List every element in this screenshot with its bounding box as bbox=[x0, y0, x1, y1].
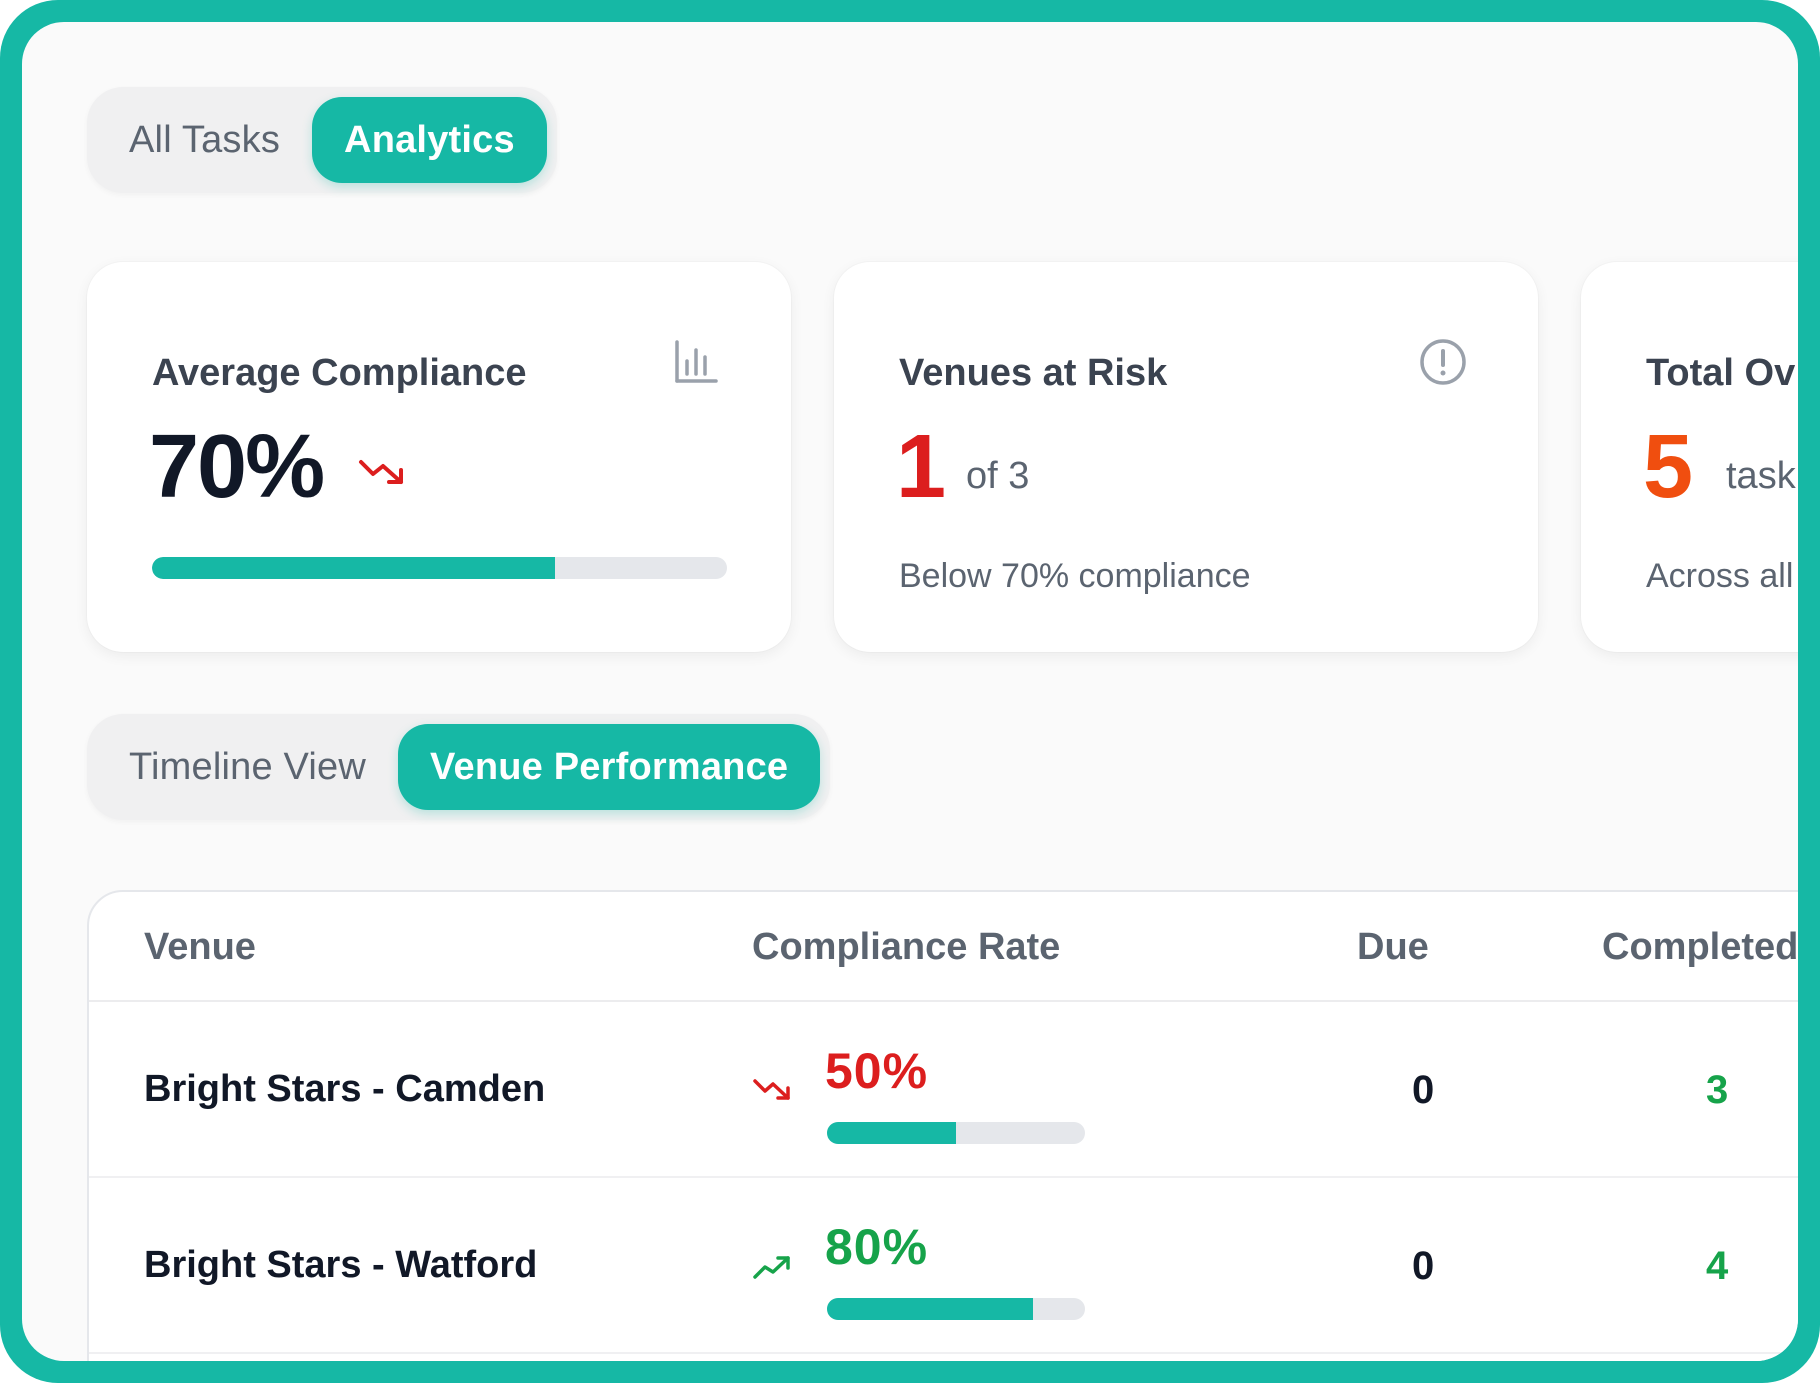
overdue-unit-text: task bbox=[1726, 455, 1796, 497]
card-title: Venues at Risk bbox=[899, 352, 1168, 394]
completed-count: 3 bbox=[1706, 1068, 1729, 1112]
column-header-completed[interactable]: Completed bbox=[1602, 926, 1798, 969]
due-count: 0 bbox=[1412, 1244, 1435, 1288]
table-header: Venue Compliance Rate Due Completed bbox=[89, 892, 1798, 1002]
device-frame: All Tasks Analytics Average Compliance 7… bbox=[0, 0, 1820, 1383]
bar-chart-icon bbox=[675, 340, 718, 383]
tab-timeline-view[interactable]: Timeline View bbox=[97, 724, 398, 810]
compliance-rate-value: 80% bbox=[825, 1219, 929, 1275]
card-subtitle: Across all bbox=[1646, 557, 1794, 595]
compliance-rate-bar bbox=[827, 1122, 1085, 1144]
trend-up-icon bbox=[753, 1256, 790, 1279]
analytics-screen: All Tasks Analytics Average Compliance 7… bbox=[22, 22, 1798, 1361]
compliance-progress-bar bbox=[152, 557, 727, 579]
column-header-compliance-rate[interactable]: Compliance Rate bbox=[752, 926, 1060, 969]
tab-venue-performance[interactable]: Venue Performance bbox=[398, 724, 821, 810]
completed-count: 4 bbox=[1706, 1244, 1729, 1288]
alert-circle-icon bbox=[1420, 339, 1466, 385]
table-row[interactable]: Bright Stars - Watford 80% 0 4 bbox=[89, 1178, 1798, 1354]
tab-all-tasks[interactable]: All Tasks bbox=[97, 97, 312, 183]
compliance-rate-value: 50% bbox=[825, 1043, 929, 1099]
column-header-due[interactable]: Due bbox=[1357, 926, 1429, 969]
compliance-rate-fill bbox=[827, 1298, 1034, 1320]
card-title: Average Compliance bbox=[152, 352, 527, 394]
view-tab-group: Timeline View Venue Performance bbox=[87, 714, 831, 820]
card-subtitle: Below 70% compliance bbox=[899, 557, 1251, 595]
column-header-venue[interactable]: Venue bbox=[144, 926, 256, 969]
compliance-value: 70% bbox=[149, 417, 325, 517]
venue-name: Bright Stars - Watford bbox=[144, 1244, 538, 1286]
overdue-value: 5 bbox=[1643, 417, 1694, 517]
compliance-rate-bar bbox=[827, 1298, 1085, 1320]
average-compliance-card: Average Compliance 70% bbox=[87, 262, 791, 652]
total-overdue-card: Total Ov 5 task Across all bbox=[1581, 262, 1798, 652]
venue-performance-table: Venue Compliance Rate Due Completed Brig… bbox=[87, 890, 1798, 1361]
table-row[interactable]: Bright Stars - Camden 50% 0 3 bbox=[89, 1002, 1798, 1178]
due-count: 0 bbox=[1412, 1068, 1435, 1112]
venues-at-risk-value: 1 bbox=[896, 417, 947, 517]
venue-name: Bright Stars - Camden bbox=[144, 1068, 546, 1110]
venues-total-text: of 3 bbox=[966, 455, 1030, 497]
compliance-progress-fill bbox=[152, 557, 555, 579]
card-title: Total Ov bbox=[1646, 352, 1796, 394]
compliance-rate-fill bbox=[827, 1122, 956, 1144]
trend-down-icon bbox=[753, 1079, 790, 1100]
main-tab-group: All Tasks Analytics bbox=[87, 87, 557, 193]
trend-down-icon bbox=[359, 460, 403, 484]
venues-at-risk-card: Venues at Risk 1 of 3 Below 70% complian… bbox=[834, 262, 1538, 652]
tab-analytics[interactable]: Analytics bbox=[312, 97, 547, 183]
